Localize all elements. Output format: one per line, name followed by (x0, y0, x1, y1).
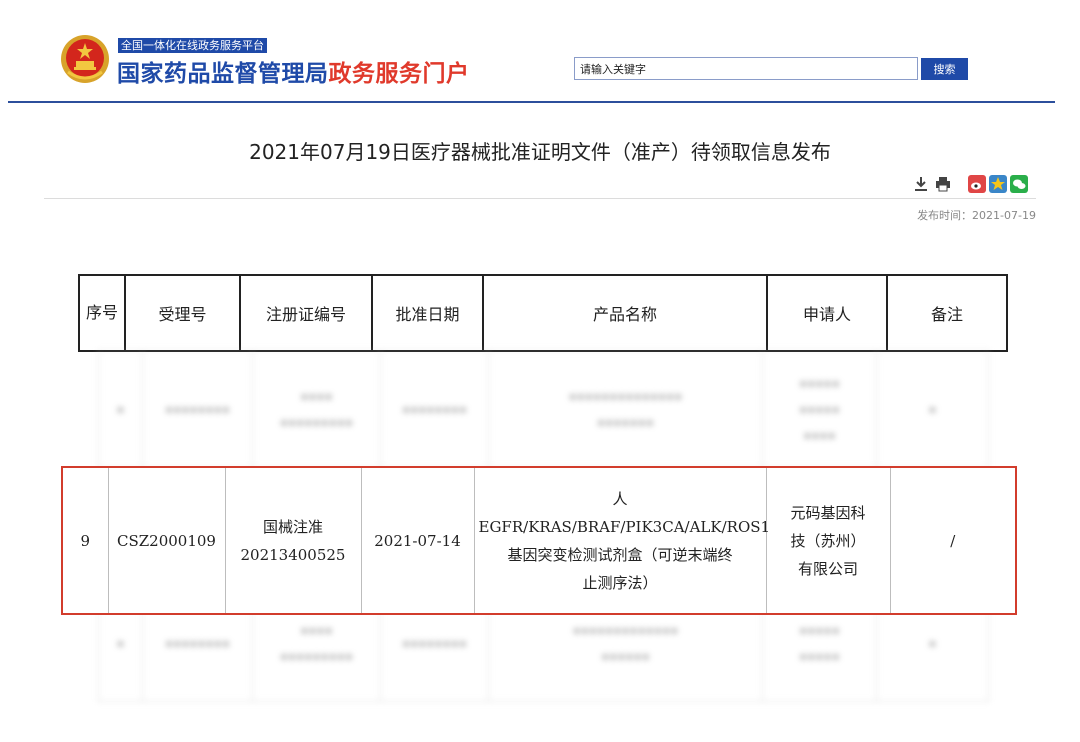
applicant-line: 有限公司 (797, 559, 858, 578)
blurred-cell: ▪▪▪▪▪▪▪▪▪▪▪▪▪▪ ▪▪▪▪▪▪▪ (488, 350, 763, 468)
blurred-cell: ▪▪▪▪▪ ▪▪▪▪▪ ▪▪▪▪ (762, 350, 877, 468)
blurred-cell: ▪▪▪▪▪▪▪▪ (380, 350, 489, 468)
cert-no-line: 国械注准 (262, 517, 323, 536)
header-applicant: 申请人 (766, 274, 888, 352)
print-icon[interactable] (934, 175, 952, 193)
article-tools (912, 175, 1042, 195)
highlighted-row-table: 9 CSZ2000109 国械注准 20213400525 2021-07-14… (61, 466, 1017, 615)
product-name-line: 基因突变检测试剂盒（可逆末端终 (507, 545, 733, 564)
row-approval-date: 2021-07-14 (360, 467, 474, 614)
blurred-cell: ▪ (876, 350, 989, 468)
product-name-line: 止测序法） (582, 573, 658, 592)
site-header: 全国一体化在线政务服务平台 国家药品监督管理局政务服务门户 搜索 (0, 0, 1080, 105)
row-accept-no: CSZ2000109 (107, 467, 225, 614)
row-cert-no: 国械注准 20213400525 (224, 467, 361, 614)
blurred-cell: ▪ (98, 350, 143, 468)
row-index: 9 (80, 531, 91, 550)
header-divider (8, 101, 1055, 103)
download-icon[interactable] (912, 175, 930, 193)
header-approval-date: 批准日期 (371, 274, 484, 352)
wechat-icon[interactable] (1010, 175, 1028, 193)
approval-table-header: 序号 受理号 注册证编号 批准日期 产品名称 申请人 备注 (78, 274, 1008, 352)
site-title-portal: 政务服务门户 (328, 61, 470, 87)
table-row: ▪ ▪▪▪▪▪▪▪▪ ▪▪▪▪▪▪▪▪▪▪▪▪▪ ▪▪▪▪▪▪▪▪ ▪▪▪▪▪▪… (98, 350, 989, 468)
search-input[interactable] (574, 57, 918, 80)
article-divider (44, 198, 1036, 199)
weibo-icon[interactable] (968, 175, 986, 193)
header-accept-no: 受理号 (124, 274, 241, 352)
publish-time: 发布时间：2021-07-19 (917, 209, 1036, 222)
search-button[interactable]: 搜索 (921, 58, 968, 80)
cert-no-line: 20213400525 (240, 545, 346, 564)
row-product-name: 人 EGFR/KRAS/BRAF/PIK3CA/ALK/ROS1 基因突变检测试… (473, 467, 771, 614)
article-title: 2021年07月19日医疗器械批准证明文件（准产）待领取信息发布 (249, 140, 831, 164)
blurred-cell: ▪▪▪▪▪▪▪▪ (142, 350, 253, 468)
applicant-line: 技（苏州） (790, 531, 866, 550)
row-note: / (889, 467, 1016, 614)
header-cert-no: 注册证编号 (239, 274, 373, 352)
qzone-icon[interactable] (989, 175, 1007, 193)
row-applicant: 元码基因科 技（苏州） 有限公司 (765, 467, 890, 614)
blurred-cell: ▪▪▪▪▪▪▪▪▪▪▪▪▪ (252, 350, 381, 468)
product-name-line: EGFR/KRAS/BRAF/PIK3CA/ALK/ROS1 (478, 517, 771, 536)
header-note: 备注 (886, 274, 1008, 352)
product-name-line: 人 (612, 489, 628, 508)
applicant-line: 元码基因科 (790, 503, 866, 522)
table-row: 9 CSZ2000109 国械注准 20213400525 2021-07-14… (62, 467, 1016, 614)
site-title[interactable]: 国家药品监督管理局政务服务门户 (117, 54, 470, 88)
national-emblem-icon (61, 35, 109, 83)
site-title-agency: 国家药品监督管理局 (117, 61, 329, 87)
header-product-name: 产品名称 (482, 274, 768, 352)
platform-tag: 全国一体化在线政务服务平台 (118, 38, 267, 53)
header-index: 序号 (78, 274, 126, 352)
